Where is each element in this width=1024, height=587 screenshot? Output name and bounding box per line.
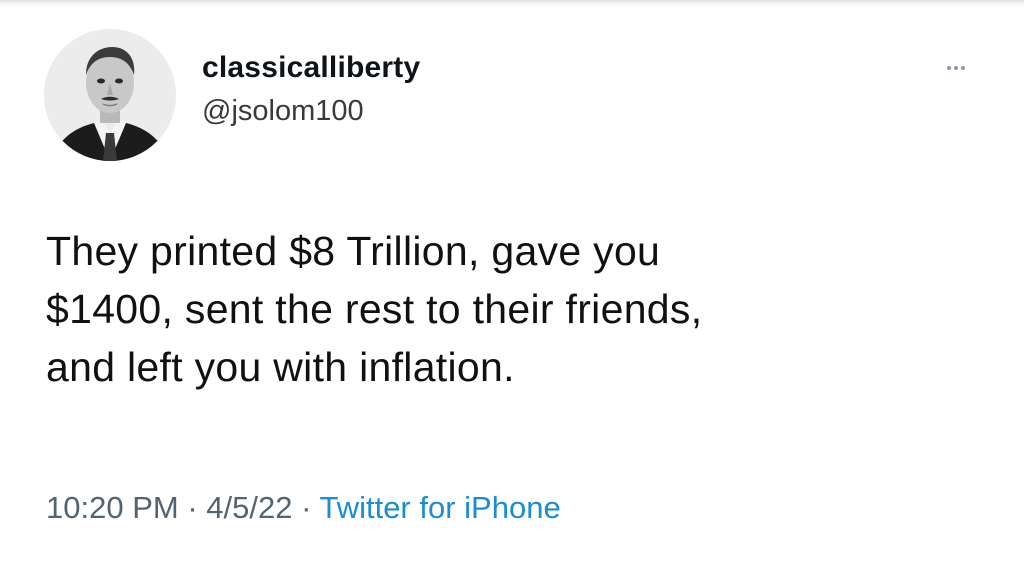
tweet-text-line: and left you with inflation.: [46, 344, 515, 390]
profile-photo-icon: [44, 29, 176, 161]
tweet-metadata: 10:20 PM · 4/5/22 · Twitter for iPhone: [46, 488, 561, 528]
more-horizontal-icon-dot: [954, 66, 958, 70]
meta-separator: ·: [178, 490, 207, 525]
tweet-text: They printed $8 Trillion, gave you $1400…: [46, 222, 946, 396]
tweet-text-line: $1400, sent the rest to their friends,: [46, 286, 703, 332]
tweet-source-link[interactable]: Twitter for iPhone: [319, 490, 560, 525]
more-horizontal-icon: [947, 66, 951, 70]
more-options-button[interactable]: [938, 58, 974, 78]
display-name[interactable]: classicalliberty: [202, 50, 420, 86]
user-info: classicalliberty @jsolom100: [202, 50, 420, 128]
more-horizontal-icon-dot: [961, 66, 965, 70]
avatar[interactable]: [44, 29, 176, 161]
meta-separator: ·: [292, 490, 320, 525]
tweet-date[interactable]: 4/5/22: [206, 490, 292, 525]
tweet-text-line: They printed $8 Trillion, gave you: [46, 228, 661, 274]
tweet-card: classicalliberty @jsolom100 They printed…: [0, 0, 1024, 587]
user-handle[interactable]: @jsolom100: [202, 94, 420, 128]
tweet-time[interactable]: 10:20 PM: [46, 490, 179, 525]
